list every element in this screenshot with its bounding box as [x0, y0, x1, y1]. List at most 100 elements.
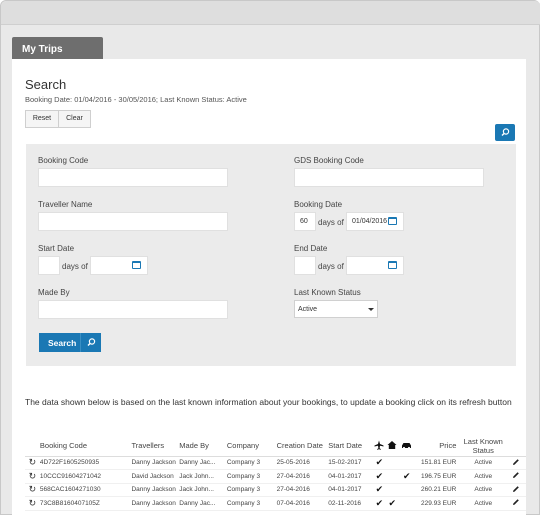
airplane-icon: [372, 436, 386, 457]
flight-included-cell: ✔: [372, 456, 386, 470]
travellers-cell: Danny Jackson: [131, 496, 180, 511]
checkmark-icon: ✔: [375, 457, 384, 468]
car-included-cell: [398, 496, 415, 511]
calendar-icon[interactable]: [388, 261, 397, 269]
hotel-included-cell: [385, 483, 399, 497]
creation-date-cell: 25-05-2016: [276, 456, 329, 470]
gds-booking-code-label: GDS Booking Code: [294, 156, 364, 165]
car-included-cell: ✔: [398, 469, 415, 484]
chevron-down-icon: [368, 308, 374, 311]
refresh-icon[interactable]: ↻: [25, 456, 40, 470]
pencil-icon[interactable]: [506, 469, 526, 484]
pencil-icon[interactable]: [506, 483, 526, 497]
end-date-label: End Date: [294, 244, 328, 253]
booking-code-cell: 568CAC1604271030: [39, 483, 132, 497]
start-date-cell: 15-02-2017: [328, 456, 373, 470]
bookings-table: Booking Code Travellers Made By Company …: [25, 436, 526, 511]
made-by-cell: Danny Jac...: [179, 496, 227, 511]
status-cell: Active: [460, 469, 507, 484]
made-by-cell: Jack John...: [179, 469, 227, 484]
traveller-name-label: Traveller Name: [38, 200, 93, 209]
end-date-days-input[interactable]: [294, 256, 316, 275]
booking-date-label: Booking Date: [294, 200, 343, 209]
company-cell: Company 3: [226, 483, 277, 497]
booking-code-input[interactable]: [38, 168, 228, 187]
checkmark-icon: ✔: [402, 470, 411, 481]
hotel-included-cell: [385, 469, 399, 484]
start-date-days-input[interactable]: [38, 256, 60, 275]
booking-date-days-of-label: days of: [318, 218, 344, 227]
refresh-icon[interactable]: ↻: [25, 496, 40, 511]
column-header-last-known-status: Last Known Status: [460, 436, 507, 457]
column-header-made-by: Made By: [179, 436, 227, 457]
refresh-icon[interactable]: ↻: [25, 469, 40, 484]
last-known-status-select[interactable]: Active: [294, 300, 378, 318]
top-bar: [1, 1, 540, 25]
hotel-included-cell: [385, 456, 399, 470]
reset-button[interactable]: Reset: [25, 110, 59, 128]
column-header-booking-code: Booking Code: [39, 436, 132, 457]
booking-code-cell: 10CCC91604271042: [39, 469, 132, 484]
made-by-cell: Jack John...: [179, 483, 227, 497]
column-header-price: Price: [414, 436, 461, 457]
checkmark-icon: ✔: [375, 497, 384, 508]
made-by-label: Made By: [38, 288, 70, 297]
table-row: ↻ 10CCC91604271042 David Jackson Jack John.…: [25, 469, 526, 484]
column-header-creation-date: Creation Date: [276, 436, 329, 457]
creation-date-cell: 07-04-2016: [276, 496, 329, 511]
car-included-cell: [398, 483, 415, 497]
search-icon: [87, 338, 96, 346]
car-icon: [398, 436, 415, 457]
traveller-name-input[interactable]: [38, 212, 228, 231]
flight-included-cell: ✔: [372, 496, 386, 511]
travellers-cell: Danny Jackson: [131, 456, 180, 470]
booking-code-cell: 4D722F1605250935: [39, 456, 132, 470]
flight-included-cell: ✔: [372, 483, 386, 497]
refresh-icon[interactable]: ↻: [25, 483, 40, 497]
column-header-company: Company: [226, 436, 277, 457]
price-cell: 151.81 EUR: [414, 456, 461, 470]
checkmark-icon: ✔: [388, 497, 397, 508]
table-header-row: Booking Code Travellers Made By Company …: [25, 436, 526, 457]
status-cell: Active: [460, 496, 507, 511]
tab-my-trips[interactable]: My Trips: [12, 37, 103, 61]
booking-date-days-input[interactable]: 60: [294, 212, 316, 231]
price-cell: 260.21 EUR: [414, 483, 461, 497]
status-cell: Active: [460, 483, 507, 497]
table-row: ↻ 4D722F1605250935 Danny Jackson Danny Jac.…: [25, 456, 526, 470]
start-date-label: Start Date: [38, 244, 75, 253]
booking-code-cell: 73C8B8160407105Z: [39, 496, 132, 511]
status-cell: Active: [460, 456, 507, 470]
start-date-cell: 02-11-2016: [328, 496, 373, 511]
calendar-icon[interactable]: [388, 217, 397, 225]
start-date-cell: 04-01-2017: [328, 469, 373, 484]
info-text: The data shown below is based on the las…: [25, 397, 512, 407]
calendar-icon[interactable]: [132, 261, 141, 269]
button-divider: [80, 333, 81, 352]
search-submit-button[interactable]: Search: [39, 333, 101, 352]
creation-date-cell: 27-04-2016: [276, 469, 329, 484]
company-cell: Company 3: [226, 496, 277, 511]
price-cell: 196.75 EUR: [414, 469, 461, 484]
table-row: ↻ 568CAC1604271030 Danny Jackson Jack John.…: [25, 483, 526, 497]
toggle-search-button[interactable]: [495, 124, 515, 141]
pencil-icon[interactable]: [506, 496, 526, 511]
search-button-label: Search: [48, 338, 77, 348]
column-header-travellers: Travellers: [131, 436, 180, 457]
end-date-days-of-label: days of: [318, 262, 344, 271]
app-window: My Trips Search Booking Date: 01/04/2016…: [0, 0, 540, 515]
refresh-column-header: [25, 436, 40, 457]
made-by-cell: Danny Jac...: [179, 456, 227, 470]
edit-column-header: [506, 436, 526, 457]
pencil-icon[interactable]: [506, 456, 526, 470]
search-icon: [501, 128, 510, 136]
search-summary: Booking Date: 01/04/2016 - 30/05/2016; L…: [25, 95, 247, 104]
clear-button[interactable]: Clear: [59, 110, 91, 128]
main-content: Search Booking Date: 01/04/2016 - 30/05/…: [12, 59, 526, 515]
company-cell: Company 3: [226, 469, 277, 484]
gds-booking-code-input[interactable]: [294, 168, 484, 187]
booking-code-label: Booking Code: [38, 156, 89, 165]
made-by-input[interactable]: [38, 300, 228, 319]
travellers-cell: David Jackson: [131, 469, 180, 484]
house-icon: [385, 436, 399, 457]
